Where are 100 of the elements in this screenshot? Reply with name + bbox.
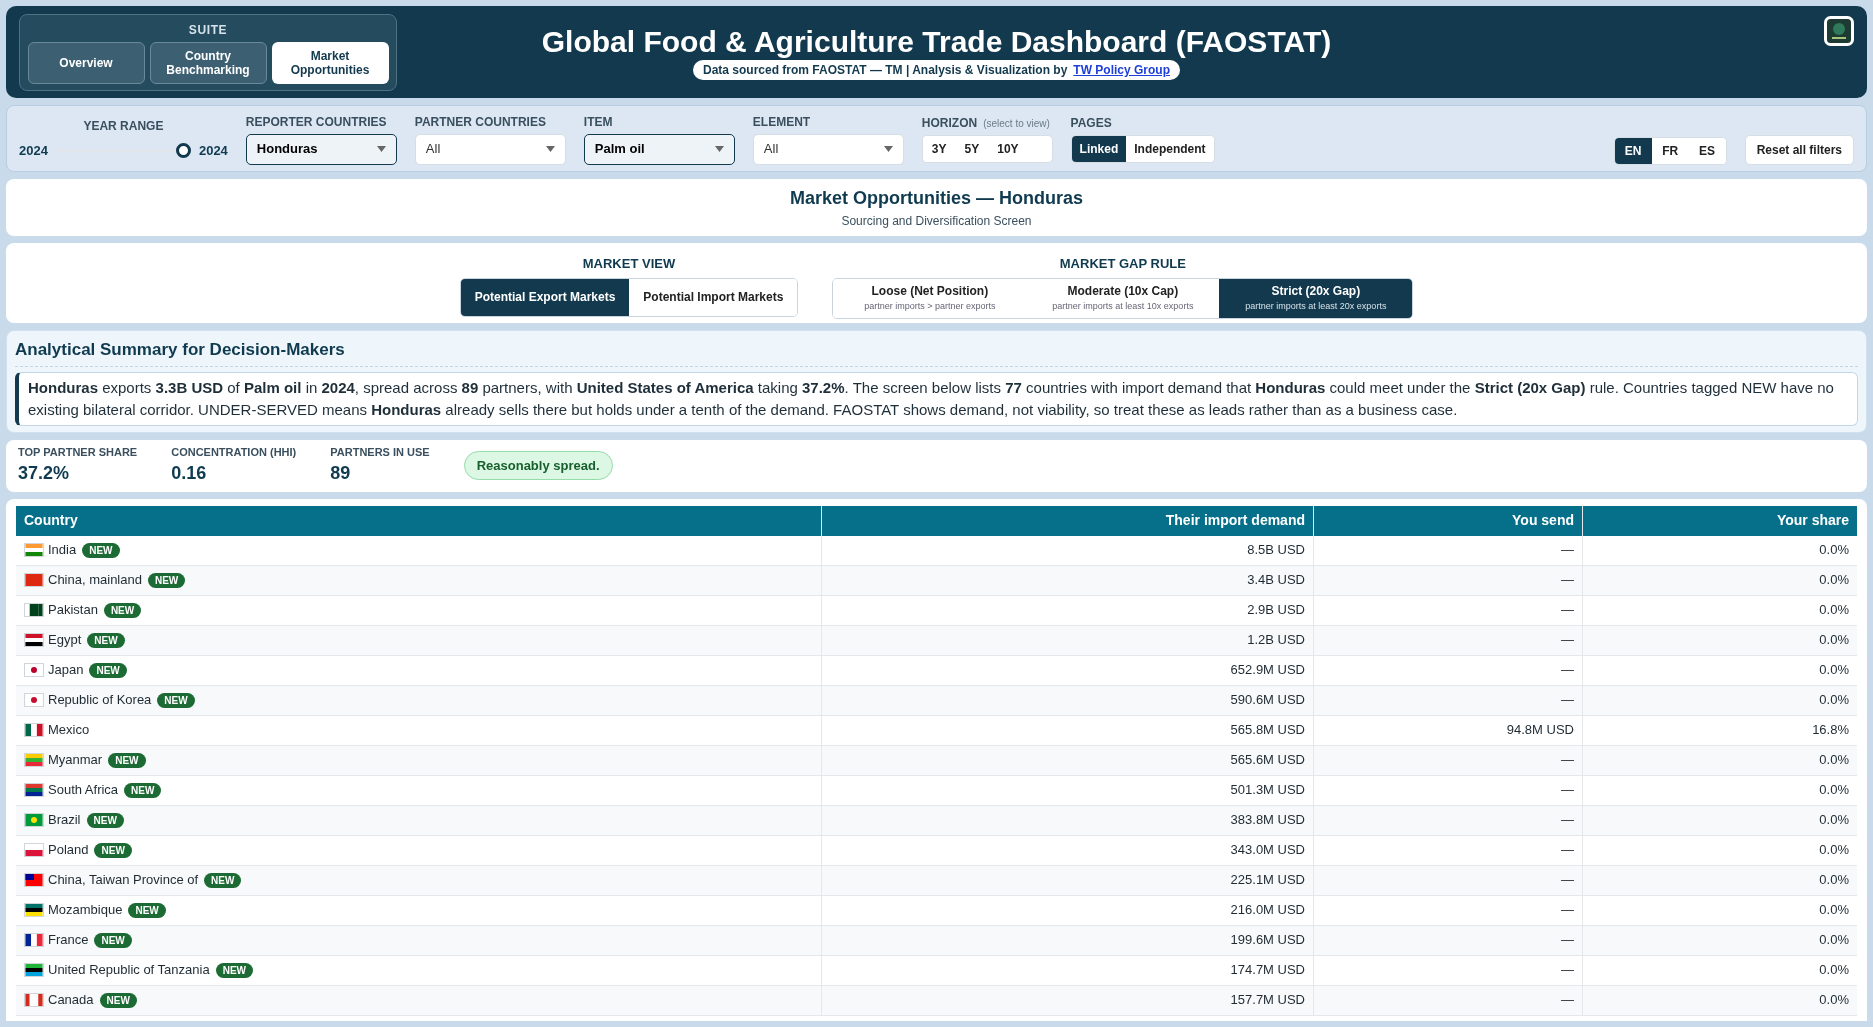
stat-value: 37.2% bbox=[18, 462, 71, 486]
flag-icon bbox=[24, 633, 44, 647]
country-name: Poland bbox=[48, 841, 89, 860]
country-name: China, Taiwan Province of bbox=[48, 871, 199, 890]
segment-button[interactable]: EN bbox=[1614, 138, 1652, 164]
dropdown-label: REPORTER COUNTRIES bbox=[245, 113, 388, 131]
table-cell: 199.6M USD bbox=[821, 925, 1313, 955]
dropdown[interactable]: All bbox=[414, 133, 566, 165]
country-name: United Republic of Tanzania bbox=[48, 961, 210, 980]
gap-rule-option[interactable]: Strict (20x Gap) partner imports at least 20x exports bbox=[1219, 278, 1413, 318]
suite-tab[interactable]: Market Opportunities bbox=[271, 41, 389, 84]
caret-icon bbox=[883, 146, 893, 152]
table-cell: 1.2B USD bbox=[821, 625, 1313, 655]
stat-value: 0.16 bbox=[171, 462, 208, 486]
table-cell: 0.0% bbox=[1582, 595, 1857, 625]
year-slider[interactable] bbox=[55, 143, 191, 158]
summary-title: Analytical Summary for Decision-Makers bbox=[15, 337, 1858, 367]
dashboard-title: Global Food & Agriculture Trade Dashboard (FAOSTAT) bbox=[541, 24, 1332, 60]
pages-label: PAGES bbox=[1070, 115, 1113, 132]
year-slider-thumb[interactable] bbox=[175, 143, 191, 158]
suite-label: SUITE bbox=[188, 21, 228, 39]
caret-icon bbox=[545, 146, 555, 152]
table-cell: 383.8M USD bbox=[821, 805, 1313, 835]
table-cell: 2.9B USD bbox=[821, 595, 1313, 625]
table-cell: 0.0% bbox=[1582, 775, 1857, 805]
table-cell: 0.0% bbox=[1582, 925, 1857, 955]
table-cell: — bbox=[1313, 925, 1582, 955]
new-tag: NEW bbox=[103, 602, 142, 618]
country-name: Japan bbox=[48, 661, 84, 680]
flag-icon bbox=[24, 753, 44, 767]
new-tag: NEW bbox=[82, 542, 120, 558]
source-text: Data sourced from FAOSTAT — TM | Analysis & Visualization by bbox=[703, 62, 1068, 79]
reset-filters-button[interactable]: Reset all filters bbox=[1744, 135, 1854, 165]
table-cell: 225.1M USD bbox=[821, 865, 1313, 895]
table-cell: 0.0% bbox=[1582, 865, 1857, 895]
table-cell: 16.8% bbox=[1582, 715, 1857, 745]
table-cell: 565.6M USD bbox=[821, 745, 1313, 775]
table-cell: 501.3M USD bbox=[821, 775, 1313, 805]
country-name: China, mainland bbox=[48, 571, 142, 590]
new-tag: NEW bbox=[94, 932, 132, 948]
column-header: You send bbox=[1313, 505, 1582, 536]
new-tag: NEW bbox=[99, 992, 137, 1008]
flag-icon bbox=[24, 843, 44, 857]
gap-rule-label: MARKET GAP RULE bbox=[1059, 255, 1186, 273]
column-header: Their import demand bbox=[821, 505, 1313, 536]
stat-label: PARTNERS IN USE bbox=[330, 444, 430, 460]
table-cell: — bbox=[1313, 985, 1582, 1015]
source-link[interactable]: TW Policy Group bbox=[1073, 61, 1170, 79]
table-cell: 0.0% bbox=[1582, 535, 1857, 565]
dropdown-label: ELEMENT bbox=[752, 113, 812, 131]
country-name: Canada bbox=[48, 991, 94, 1010]
suite-tab[interactable]: Overview bbox=[27, 41, 145, 84]
year-range-label: YEAR RANGE bbox=[82, 117, 165, 135]
table-cell: — bbox=[1313, 535, 1582, 565]
new-tag: NEW bbox=[94, 842, 132, 858]
table-cell: 590.6M USD bbox=[821, 685, 1313, 715]
table-cell: — bbox=[1313, 775, 1582, 805]
dropdown[interactable]: Palm oil bbox=[583, 133, 735, 165]
dropdown[interactable]: Honduras bbox=[245, 133, 397, 165]
year-to: 2024 bbox=[198, 141, 228, 160]
flag-icon bbox=[24, 723, 44, 737]
logo-icon bbox=[1824, 16, 1854, 46]
dropdown-label: ITEM bbox=[583, 113, 614, 131]
table-cell: 3.4B USD bbox=[821, 565, 1313, 595]
segment-button[interactable]: Potential Export Markets bbox=[460, 278, 630, 316]
table-cell: 157.7M USD bbox=[821, 985, 1313, 1015]
suite-tab[interactable]: Country Benchmarking bbox=[149, 41, 267, 84]
flag-icon bbox=[24, 573, 44, 587]
new-tag: NEW bbox=[108, 752, 146, 768]
table-cell: 0.0% bbox=[1582, 985, 1857, 1015]
horizon-label: HORIZON bbox=[921, 115, 978, 132]
flag-icon bbox=[24, 663, 44, 677]
new-tag: NEW bbox=[87, 632, 125, 648]
flag-icon bbox=[24, 813, 44, 827]
country-name: Pakistan bbox=[48, 601, 98, 620]
flag-icon bbox=[24, 933, 44, 947]
dropdown[interactable]: All bbox=[752, 133, 904, 165]
status-badge: Reasonably spread. bbox=[463, 450, 613, 481]
new-tag: NEW bbox=[157, 692, 195, 708]
table-cell: — bbox=[1313, 745, 1582, 775]
country-name: Egypt bbox=[48, 631, 82, 650]
page-subtitle: Sourcing and Diversification Screen bbox=[841, 213, 1032, 230]
segment-button[interactable]: Linked bbox=[1071, 136, 1127, 162]
table-cell: 0.0% bbox=[1582, 955, 1857, 985]
summary-text: Honduras exports 3.3B USD of Palm oil in 2024, spread across 89 partners, with United States of America taking 37.2%. The screen below lists 77 countries with import demand that Honduras could meet under the Strict (20x Gap) rule. Countries tagged NEW have no existing bilateral corridor. UNDER-SERVED means Honduras already sells there but holds under a tenth of the demand. FAOSTAT shows demand, not viability, so treat these as leads rather than as a business case. bbox=[15, 371, 1858, 426]
flag-icon bbox=[24, 693, 44, 707]
table-cell: 94.8M USD bbox=[1313, 715, 1582, 745]
table-cell: 0.0% bbox=[1582, 835, 1857, 865]
country-name: Republic of Korea bbox=[48, 691, 152, 710]
table-cell: — bbox=[1313, 625, 1582, 655]
table-cell: 216.0M USD bbox=[821, 895, 1313, 925]
stat-value: 89 bbox=[330, 462, 352, 486]
table-cell: 0.0% bbox=[1582, 685, 1857, 715]
horizon-hint: (select to view) bbox=[983, 117, 1050, 131]
table-cell: — bbox=[1313, 655, 1582, 685]
caret-icon bbox=[714, 146, 724, 152]
flag-icon bbox=[24, 603, 44, 617]
new-tag: NEW bbox=[86, 812, 124, 828]
dropdown-label: PARTNER COUNTRIES bbox=[414, 113, 547, 131]
new-tag: NEW bbox=[124, 782, 162, 798]
